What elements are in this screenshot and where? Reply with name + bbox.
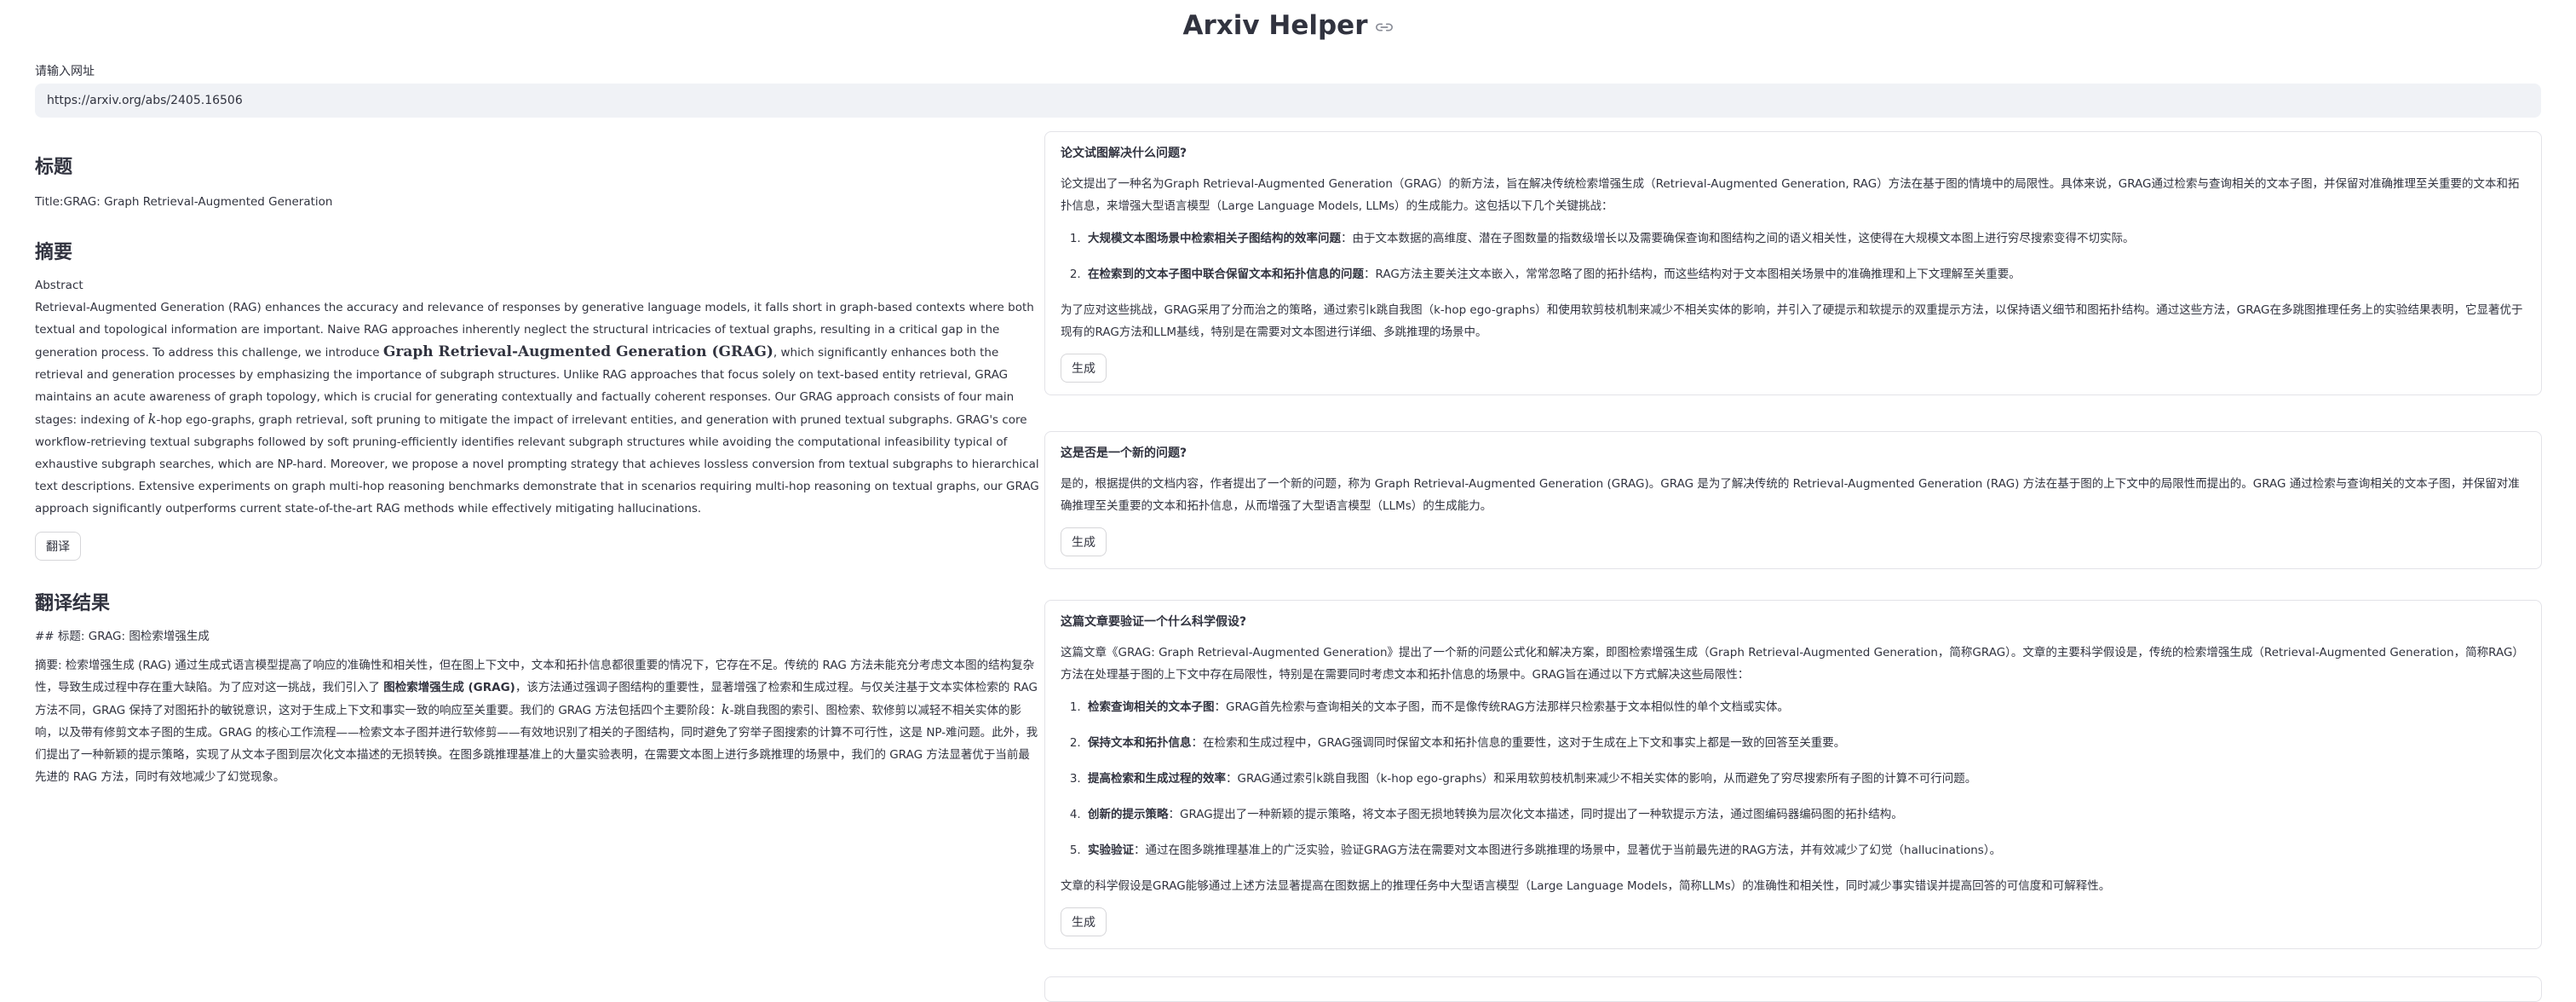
abstract-text-part3: -hop ego-graphs, graph retrieval, soft p… [35,413,1039,515]
list-item-text: ：RAG方法主要关注文本嵌入，常常忽略了图的拓扑结构，而这些结构对于文本图相关场… [1364,268,2021,281]
abstract-heading: 摘要 [35,242,73,263]
abstract-label: Abstract [35,279,83,292]
list-item-bold: 在检索到的文本子图中联合保留文本和拓扑信息的问题 [1088,268,1364,281]
list-item: 实验验证：通过在图多跳推理基准上的广泛实验，验证GRAG方法在需要对文本图进行多… [1084,839,2526,861]
card-answer-intro: 论文提出了一种名为Graph Retrieval-Augmented Gener… [1061,177,2520,213]
list-item: 在检索到的文本子图中联合保留文本和拓扑信息的问题：RAG方法主要关注文本嵌入，常… [1084,263,2526,285]
translation-body: 摘要: 检索增强生成 (RAG) 通过生成式语言模型提高了响应的准确性和相关性，… [35,654,1040,788]
list-item-bold: 实验验证 [1088,844,1134,857]
list-item-text: ：在检索和生成过程中，GRAG强调同时保留文本和拓扑信息的重要性，这对于生成在上… [1191,736,1846,750]
url-input[interactable] [35,84,2541,118]
list-item-bold: 大规模文本图场景中检索相关子图结构的效率问题 [1088,232,1341,245]
card-question: 这是否是一个新的问题? [1061,446,1187,460]
translate-button[interactable]: 翻译 [35,532,81,561]
title-heading: 标题 [35,157,73,178]
qa-card-partial [1044,976,2542,1002]
card-answer-list: 大规模文本图场景中检索相关子图结构的效率问题：由于文本数据的高维度、潜在子图数量… [1061,227,2526,285]
card-answer-intro: 是的，根据提供的文档内容，作者提出了一个新的问题，称为 Graph Retrie… [1061,477,2520,513]
qa-card: 论文试图解决什么问题? 论文提出了一种名为Graph Retrieval-Aug… [1044,131,2542,395]
qa-card: 这篇文章要验证一个什么科学假设? 这篇文章《GRAG: Graph Retrie… [1044,600,2542,949]
abstract-math-k: k [147,411,157,427]
translation-highlight: 图检索增强生成 (GRAG) [383,681,515,694]
list-item: 提高检索和生成过程的效率：GRAG通过索引k跳自我图（k-hop ego-gra… [1084,768,2526,790]
card-answer-intro: 这篇文章《GRAG: Graph Retrieval-Augmented Gen… [1061,646,2524,682]
list-item: 保持文本和拓扑信息：在检索和生成过程中，GRAG强调同时保留文本和拓扑信息的重要… [1084,732,2526,754]
generate-button[interactable]: 生成 [1061,907,1107,936]
list-item-bold: 检索查询相关的文本子图 [1088,700,1215,714]
card-answer-list: 检索查询相关的文本子图：GRAG首先检索与查询相关的文本子图，而不是像传统RAG… [1061,696,2526,861]
abstract-body: Abstract Retrieval-Augmented Generation … [35,274,1040,520]
list-item-text: ：由于文本数据的高维度、潜在子图数量的指数级增长以及需要确保查询和图结构之间的语… [1341,232,2135,245]
app-title: Arxiv Helper [1183,10,1394,41]
list-item: 大规模文本图场景中检索相关子图结构的效率问题：由于文本数据的高维度、潜在子图数量… [1084,227,2526,250]
list-item: 创新的提示策略：GRAG提出了一种新颖的提示策略，将文本子图无损地转换为层次化文… [1084,803,2526,826]
list-item-text: ：GRAG提出了一种新颖的提示策略，将文本子图无损地转换为层次化文本描述，同时提… [1168,808,1903,821]
list-item-bold: 提高检索和生成过程的效率 [1088,772,1226,786]
left-column: 标题 Title:GRAG: Graph Retrieval-Augmented… [35,152,1040,788]
translation-math-k: k [721,701,730,717]
app-header: Arxiv Helper [0,10,2576,41]
paper-title: Title:GRAG: Graph Retrieval-Augmented Ge… [35,195,333,209]
translation-title: ## 标题: GRAG: 图检索增强生成 [35,630,210,643]
list-item-text: ：GRAG通过索引k跳自我图（k-hop ego-graphs）和采用软剪枝机制… [1226,772,1977,786]
list-item-text: ：GRAG首先检索与查询相关的文本子图，而不是像传统RAG方法那样只检索基于文本… [1214,700,1790,714]
qa-card: 这是否是一个新的问题? 是的，根据提供的文档内容，作者提出了一个新的问题，称为 … [1044,431,2542,569]
card-answer-outro: 文章的科学假设是GRAG能够通过上述方法显著提高在图数据上的推理任务中大型语言模… [1061,879,2111,893]
abstract-highlight: Graph Retrieval-Augmented Generation (GR… [382,343,773,360]
generate-button[interactable]: 生成 [1061,354,1107,383]
list-item-text: ：通过在图多跳推理基准上的广泛实验，验证GRAG方法在需要对文本图进行多跳推理的… [1134,844,2002,857]
link-icon[interactable] [1375,21,1394,33]
list-item-bold: 创新的提示策略 [1088,808,1169,821]
generate-button[interactable]: 生成 [1061,527,1107,556]
list-item: 检索查询相关的文本子图：GRAG首先检索与查询相关的文本子图，而不是像传统RAG… [1084,696,2526,718]
url-input-label: 请输入网址 [35,65,95,78]
card-question: 这篇文章要验证一个什么科学假设? [1061,615,1247,629]
card-question: 论文试图解决什么问题? [1061,147,1187,160]
card-answer-outro: 为了应对这些挑战，GRAG采用了分而治之的策略，通过索引k跳自我图（k-hop … [1061,303,2523,339]
translation-heading: 翻译结果 [35,593,111,614]
app-title-text: Arxiv Helper [1182,10,1368,41]
list-item-bold: 保持文本和拓扑信息 [1088,736,1192,750]
